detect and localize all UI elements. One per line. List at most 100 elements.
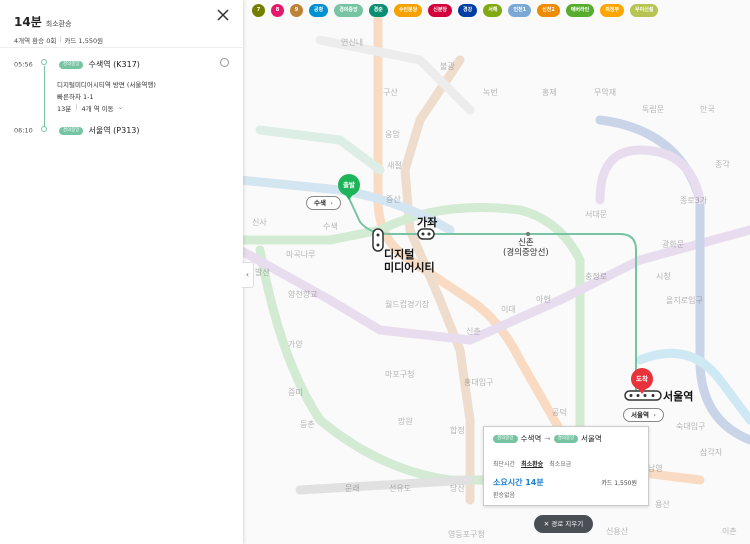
- bg-station-label: 서대문: [585, 210, 608, 219]
- card-duration: 소요시간 14분: [493, 478, 544, 487]
- end-step[interactable]: 06:10 경의중앙 서울역 (P313): [14, 125, 140, 136]
- bg-station-label: 마곡나루: [286, 250, 316, 259]
- bg-station-label: 망원: [398, 417, 413, 426]
- bg-station-label: 시청: [656, 272, 671, 281]
- line-chip[interactable]: 7: [252, 4, 265, 17]
- chevron-right-icon: ›: [330, 199, 333, 207]
- line-chip[interactable]: 9: [290, 4, 303, 17]
- bg-station-label: 새절: [387, 161, 402, 170]
- card-transfer: 환승없음: [493, 492, 516, 499]
- station-seoul[interactable]: 서울역: [663, 390, 693, 403]
- chevron-down-icon: ⌄: [117, 103, 124, 111]
- end-time: 06:10: [14, 126, 33, 135]
- clear-route-label: 경로 지우기: [551, 520, 584, 528]
- route-summary: 4개역 환승 0회 | 카드 1,550원: [14, 35, 229, 45]
- summary-separator: |: [59, 35, 62, 43]
- start-pin-label: 출발: [338, 174, 360, 196]
- end-station: 서울역 (P313): [88, 126, 140, 135]
- station-sinchon[interactable]: 신촌 (경의중앙선): [503, 238, 549, 258]
- bg-station-label: 수색: [323, 222, 338, 231]
- line-chip[interactable]: 경의중앙: [334, 4, 363, 17]
- arrow-right-icon: →: [544, 434, 551, 443]
- clear-route-button[interactable]: ✕ 경로 지우기: [534, 515, 593, 533]
- card-options: 최단시간 최소환승 최소요금: [493, 459, 571, 468]
- bg-station-label: 신촌: [466, 327, 481, 336]
- bg-station-label: 신사: [252, 218, 267, 227]
- summary-stops: 4개역 환승 0회: [14, 37, 57, 45]
- bg-station-label: 증산: [386, 195, 401, 204]
- bg-station-label: 증미: [288, 388, 303, 397]
- line-chip[interactable]: 서해: [483, 4, 503, 17]
- transfer-info: 빠른하차 1-1: [57, 93, 94, 101]
- bg-station-label: 문래: [345, 484, 360, 493]
- bg-station-label: 응암: [385, 130, 400, 139]
- summary-fare: 카드 1,550원: [64, 37, 104, 45]
- bg-station-label: 종로3가: [680, 196, 708, 205]
- bg-station-label: 양천향교: [288, 290, 318, 299]
- option-shortest[interactable]: 최단시간: [493, 459, 515, 468]
- line-chip[interactable]: 인천1: [508, 4, 532, 17]
- line-chip[interactable]: 수인분당: [393, 4, 423, 17]
- bg-station-label: 용산: [655, 500, 670, 509]
- ride-info[interactable]: 13분 | 4개 역 이동 ⌄: [57, 103, 123, 113]
- bg-station-label: 구산: [383, 88, 398, 97]
- bg-station-label: 신용산: [606, 527, 629, 536]
- collapse-panel-button[interactable]: ‹: [242, 262, 254, 288]
- ride-time: 13분: [57, 105, 72, 113]
- start-line-badge: 경의중앙: [58, 60, 84, 69]
- end-station-label[interactable]: 서울역 ›: [623, 408, 664, 422]
- bg-station-label: 삼각지: [700, 448, 723, 457]
- bg-station-label: 안국: [700, 105, 715, 114]
- bg-station-label: 공덕: [552, 408, 567, 417]
- chevron-right-icon: ›: [653, 411, 656, 419]
- bg-station-label: 등촌: [300, 420, 315, 429]
- option-min-fare[interactable]: 최소요금: [549, 459, 571, 468]
- bg-station-label: 연신내: [341, 38, 364, 47]
- bg-station-label: 월드컵경기장: [385, 300, 430, 309]
- bg-station-label: 을지로입구: [666, 296, 703, 305]
- line-chip[interactable]: 의정부: [600, 4, 625, 17]
- divider: [0, 47, 243, 48]
- line-chip[interactable]: 경강: [458, 4, 478, 17]
- bg-station-label: 숙대입구: [676, 422, 706, 431]
- start-time: 05:56: [14, 60, 33, 69]
- to-station: 서울역: [581, 434, 602, 443]
- station-dmc[interactable]: 디지털 미디어시티: [384, 248, 435, 274]
- end-station-name: 서울역: [631, 411, 649, 419]
- bg-station-label: 독립문: [642, 105, 665, 114]
- line-chip[interactable]: 경춘: [368, 4, 388, 17]
- bg-station-label: 당산: [450, 484, 465, 493]
- end-pin-label: 도착: [631, 368, 653, 390]
- direction-text: 디지털미디어시티역 방면 (서울역행): [57, 81, 156, 89]
- bg-station-label: 충정로: [585, 272, 608, 281]
- start-pin[interactable]: 출발: [338, 174, 360, 202]
- bg-station-label: 이촌: [722, 527, 737, 536]
- ride-separator: |: [75, 103, 78, 111]
- line-chip[interactable]: 8: [271, 4, 284, 17]
- line-chip[interactable]: 신분당: [428, 4, 453, 17]
- bg-station-label: 홍대입구: [464, 378, 494, 387]
- line-chip[interactable]: 에버라인: [565, 4, 595, 17]
- end-line-badge: 경의중앙: [58, 126, 84, 135]
- close-icon[interactable]: [215, 7, 231, 23]
- bg-station-label: 영등포구청: [448, 530, 485, 539]
- start-station-name: 수색: [314, 199, 326, 207]
- start-station: 수색역 (K317): [88, 60, 140, 69]
- line-chip[interactable]: 우이신설: [630, 4, 659, 17]
- bg-station-label: 홍제: [542, 88, 557, 97]
- bg-station-label: 선유도: [389, 484, 412, 493]
- end-pin[interactable]: 도착: [631, 368, 653, 396]
- route-popup-card[interactable]: 경의중앙 수색역 → 경의중앙 서울역 최단시간 최소환승 최소요금 소요시간 …: [483, 426, 649, 506]
- option-min-transfer[interactable]: 최소환승: [521, 459, 543, 468]
- clock-icon[interactable]: [220, 58, 229, 67]
- start-station-label[interactable]: 수색 ›: [306, 196, 341, 210]
- line-chip[interactable]: 공항: [309, 4, 329, 17]
- bg-station-label: 아현: [536, 295, 551, 304]
- station-gajwa[interactable]: 가좌: [417, 216, 437, 229]
- start-step[interactable]: 05:56 경의중앙 수색역 (K317): [14, 59, 140, 70]
- from-station: 수색역: [520, 434, 542, 443]
- line-chip[interactable]: 신천2: [537, 4, 560, 17]
- bg-station-label: 발산: [255, 268, 270, 277]
- bg-station-label: 불광: [440, 62, 455, 71]
- to-line-badge: 경의중앙: [553, 434, 579, 443]
